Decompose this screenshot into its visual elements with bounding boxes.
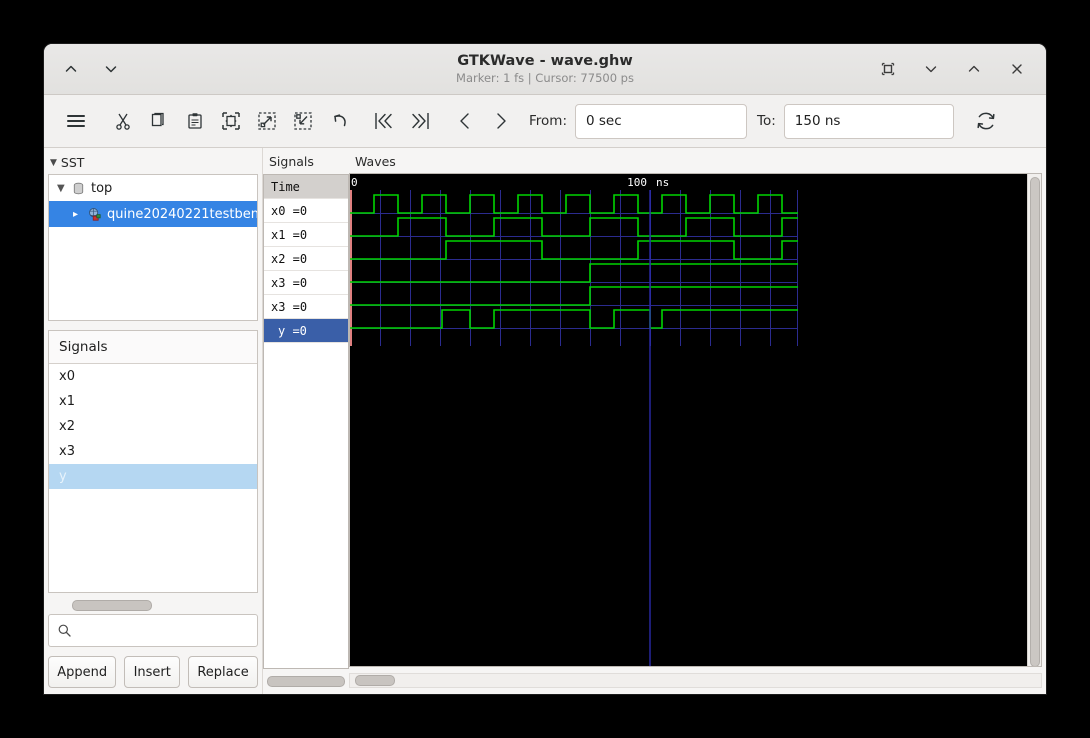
signal-action-buttons: Append Insert Replace [48,656,258,688]
wave-names-panel: Signals Time x0 =0 x1 =0 x2 =0 x3 =0 x3 … [262,148,349,694]
instance-icon [87,207,102,222]
wave-name-list[interactable]: Time x0 =0 x1 =0 x2 =0 x3 =0 x3 =0 y =0 [263,174,349,669]
scrollbar-thumb[interactable] [267,676,345,687]
signals-column-header: Signals [49,331,257,364]
goto-end-icon[interactable] [402,104,438,138]
signals-list[interactable]: x0 x1 x2 x3 y [49,364,257,592]
copy-icon[interactable] [141,104,177,138]
gtkwave-window: GTKWave - wave.ghw Marker: 1 fs | Cursor… [44,44,1046,694]
signal-name: x2 [59,419,75,434]
tree-item-top[interactable]: ▼ top [49,175,257,201]
signal-name: x0 [59,369,75,384]
tree-item-label: top [91,180,113,196]
signal-name: x3 [59,444,75,459]
replace-button[interactable]: Replace [188,656,258,688]
from-label: From: [529,113,567,129]
cut-icon[interactable] [105,104,141,138]
window-controls [875,56,1046,82]
wave-row-time: Time [264,175,348,199]
main-toolbar: From: 0 sec To: 150 ns [44,95,1046,148]
paste-icon[interactable] [177,104,213,138]
history-back-button[interactable] [58,56,84,82]
titlebar-left-controls [44,56,124,82]
previous-edge-icon[interactable] [447,104,483,138]
scrollbar-thumb[interactable] [1030,177,1040,667]
chevron-right-icon[interactable]: ▸ [73,209,87,220]
signal-name: y [59,469,67,484]
chevron-down-icon: ▼ [50,157,57,168]
menu-icon[interactable] [56,104,96,138]
search-input[interactable] [48,614,258,647]
desktop-background: GTKWave - wave.ghw Marker: 1 fs | Cursor… [0,0,1090,738]
append-button[interactable]: Append [48,656,117,688]
wave-names-hscrollbar[interactable] [265,675,345,688]
zoom-fit-icon[interactable] [213,104,249,138]
list-item[interactable]: x1 [49,389,257,414]
wave-row-x0[interactable]: x0 =0 [264,199,348,223]
list-item[interactable]: x0 [49,364,257,389]
wave-row-label: y =0 [278,323,307,338]
window-title: GTKWave - wave.ghw [457,52,633,69]
chevron-down-icon[interactable]: ▼ [57,183,71,194]
waveform-svg: 0 100 ns [350,174,1027,667]
goto-start-icon[interactable] [366,104,402,138]
wave-names-title: Signals [269,154,314,169]
wave-hscrollbar[interactable] [349,673,1042,689]
to-label: To: [757,113,776,129]
sst-tree[interactable]: ▼ top ▸ quine20240221testbenc [48,174,258,321]
module-icon [71,181,86,196]
scrollbar-thumb[interactable] [355,675,395,687]
wave-vscrollbar[interactable] [1027,174,1041,667]
minimize-window-button[interactable] [918,56,944,82]
title-bar: GTKWave - wave.ghw Marker: 1 fs | Cursor… [44,44,1046,95]
wave-row-x3-a[interactable]: x3 =0 [264,271,348,295]
from-input[interactable]: 0 sec [575,103,747,139]
ruler-marker-label: 100 [627,176,647,189]
sst-label: SST [60,155,85,170]
wave-canvas[interactable]: 0 100 ns [350,174,1027,667]
reload-icon[interactable] [966,104,1006,138]
wave-row-label: x1 =0 [271,227,308,242]
sst-panel: ▼ SST ▼ top ▸ quine20240221testbenc Sign… [44,148,262,694]
insert-button[interactable]: Insert [124,656,181,688]
wave-row-label: x3 =0 [271,299,308,314]
search-icon [57,623,72,638]
signals-list-hscrollbar[interactable] [48,599,258,612]
ruler-start-label: 0 [351,176,358,189]
scrollbar-thumb[interactable] [72,600,152,611]
list-item[interactable]: y [49,464,257,489]
history-forward-button[interactable] [98,56,124,82]
tree-item-quine-testbench[interactable]: ▸ quine20240221testbenc [49,201,257,227]
tree-item-label: quine20240221testbenc [107,206,258,222]
zoom-out-icon[interactable] [285,104,321,138]
ruler-unit-label: ns [656,176,669,189]
signal-name: x1 [59,394,75,409]
sst-header: ▼ SST [48,152,258,174]
wave-row-x2[interactable]: x2 =0 [264,247,348,271]
close-window-button[interactable] [1004,56,1030,82]
maximize-window-button[interactable] [961,56,987,82]
wave-row-label: x2 =0 [271,251,308,266]
wave-panel: Waves 0 100 ns [349,148,1046,694]
wave-row-label: x3 =0 [271,275,308,290]
undo-icon[interactable] [321,104,357,138]
next-edge-icon[interactable] [483,104,519,138]
signal-search-list[interactable]: Signals x0 x1 x2 x3 y [48,330,258,593]
wave-row-label: Time [271,179,300,194]
restore-window-button[interactable] [875,56,901,82]
list-item[interactable]: x2 [49,414,257,439]
list-item[interactable]: x3 [49,439,257,464]
waves-title: Waves [355,154,396,169]
window-subtitle: Marker: 1 fs | Cursor: 77500 ps [456,70,634,85]
wave-row-x1[interactable]: x1 =0 [264,223,348,247]
zoom-in-icon[interactable] [249,104,285,138]
wave-row-x3-b[interactable]: x3 =0 [264,295,348,319]
wave-display[interactable]: 0 100 ns [349,173,1042,668]
wave-row-label: x0 =0 [271,203,308,218]
main-body: ▼ SST ▼ top ▸ quine20240221testbenc Sign… [44,148,1046,694]
wave-row-y[interactable]: y =0 [264,319,348,343]
to-input[interactable]: 150 ns [783,103,954,139]
